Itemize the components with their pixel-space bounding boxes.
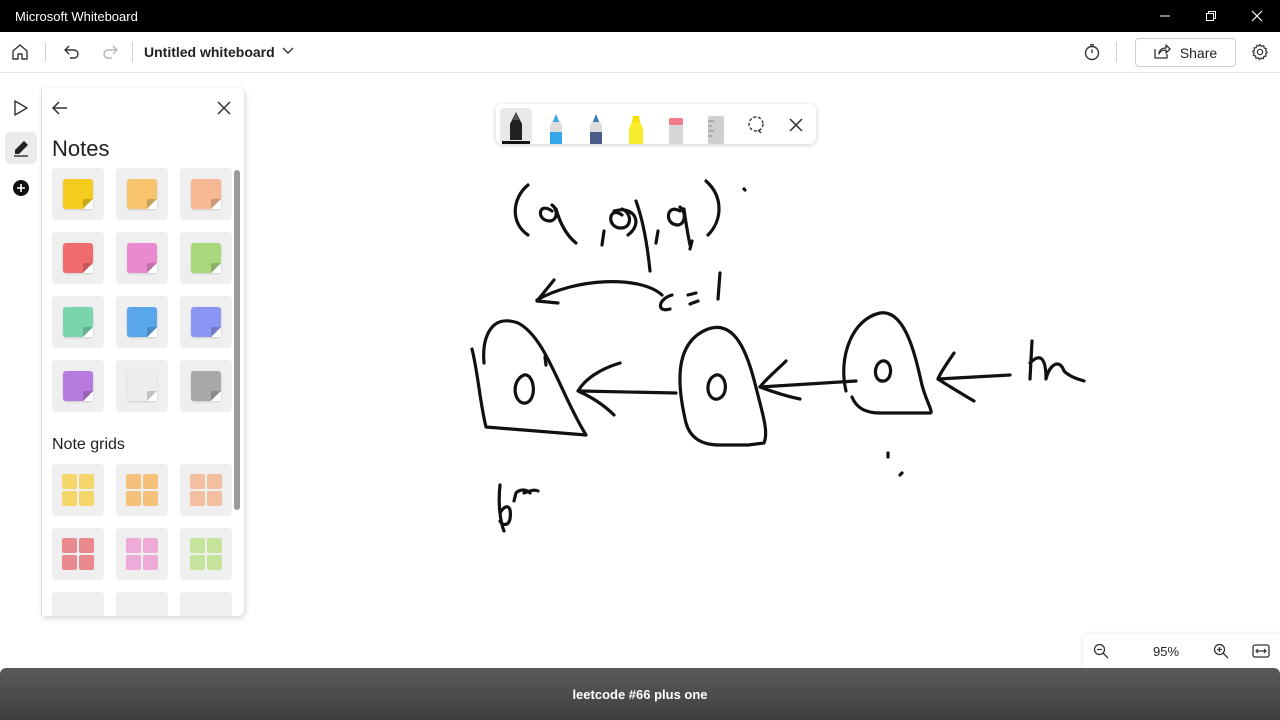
- ink-open-paren: [513, 183, 530, 237]
- redo-icon[interactable]: [94, 35, 128, 69]
- home-icon[interactable]: [3, 35, 37, 69]
- ink-carry-curve: [535, 280, 664, 302]
- ink-arrow-2-1-head: [576, 361, 622, 417]
- timer-icon[interactable]: [1075, 35, 1109, 69]
- ink-equals: [686, 291, 700, 306]
- ink-digit-9-a: [538, 203, 578, 245]
- ink-node-1-mark: [543, 355, 548, 367]
- ink-dot-1: [742, 187, 747, 192]
- ink-digit-9-b-scribble: [609, 199, 652, 273]
- ink-comma-3: [688, 239, 694, 251]
- close-toolbar-icon[interactable]: [786, 115, 806, 140]
- whiteboard-canvas[interactable]: [0, 73, 1280, 668]
- highlighter-icon[interactable]: [620, 108, 652, 144]
- ink-close-paren: [704, 179, 721, 237]
- ink-one: [716, 271, 722, 301]
- app-header: Untitled whiteboard Share: [0, 32, 1280, 73]
- black-pen-icon[interactable]: [500, 108, 532, 144]
- undo-icon[interactable]: [54, 35, 88, 69]
- restore-icon[interactable]: [1188, 0, 1234, 32]
- lasso-select-icon[interactable]: [746, 115, 766, 140]
- ink-node-2: [678, 325, 768, 447]
- zoom-in-icon[interactable]: [1203, 634, 1239, 668]
- ink-arrow-2-1-line: [578, 389, 678, 395]
- share-label: Share: [1179, 44, 1218, 61]
- eraser-icon[interactable]: [660, 108, 692, 144]
- window-controls: [1142, 0, 1280, 32]
- caption-bar: leetcode #66 plus one: [0, 668, 1280, 720]
- pen-toolbar: [496, 104, 816, 144]
- ink-node-2-zero: [706, 373, 727, 401]
- board-title[interactable]: Untitled whiteboard: [144, 44, 275, 60]
- ink-arrow-3-2-head: [758, 359, 802, 401]
- zoom-out-icon[interactable]: [1083, 634, 1119, 668]
- fit-to-screen-icon[interactable]: [1243, 634, 1279, 668]
- caption-text: leetcode #66 plus one: [572, 686, 708, 702]
- ink-pre-label: [497, 483, 540, 533]
- ink-arrow-h-3-line: [936, 373, 1012, 381]
- app-title: Microsoft Whiteboard: [15, 8, 138, 24]
- galaxy-pen-icon[interactable]: [580, 108, 612, 144]
- ink-dot-3: [898, 471, 904, 477]
- share-button[interactable]: Share: [1135, 38, 1236, 67]
- ink-digit-9-c: [666, 205, 692, 247]
- ink-head-label: [1028, 339, 1086, 383]
- ink-carry-c: [658, 293, 674, 312]
- minimize-icon[interactable]: [1142, 0, 1188, 32]
- zoom-level[interactable]: 95%: [1137, 644, 1195, 659]
- close-window-icon[interactable]: [1234, 0, 1280, 32]
- chevron-down-icon[interactable]: [281, 43, 295, 62]
- ink-node-3-zero: [873, 359, 893, 383]
- share-icon: [1154, 43, 1171, 62]
- ink-comma-1: [600, 229, 606, 247]
- ink-comma-2: [654, 229, 660, 245]
- title-bar: Microsoft Whiteboard: [0, 0, 1280, 32]
- ink-arrow-3-2-line: [758, 379, 858, 389]
- ruler-icon[interactable]: [700, 108, 732, 144]
- ink-node-1-zero: [513, 373, 535, 405]
- blue-pen-icon[interactable]: [540, 108, 572, 144]
- settings-gear-icon[interactable]: [1243, 35, 1277, 69]
- zoom-bar: 95%: [1083, 634, 1280, 668]
